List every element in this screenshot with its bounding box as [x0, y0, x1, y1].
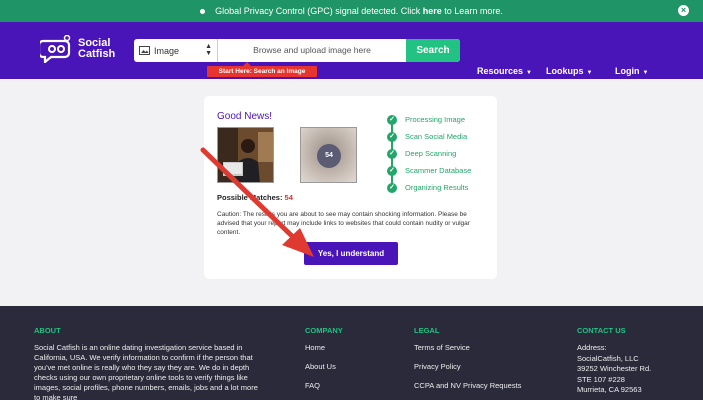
step-label: Deep Scanning [405, 149, 457, 158]
footer-company-heading: COMPANY [305, 326, 343, 335]
match-count-badge: 54 [317, 144, 341, 168]
check-icon: ✓ [387, 131, 397, 142]
upload-image-input[interactable]: Browse and upload image here [218, 39, 406, 62]
search-bar: Image ▲ ▼ Browse and upload image here Se… [134, 39, 460, 62]
contact-line: SocialCatfish, LLC [577, 353, 639, 363]
contact-line: Address: [577, 343, 607, 352]
step-label: Scan Social Media [405, 132, 468, 141]
step-label: Organizing Results [405, 183, 469, 192]
possible-matches: Possible Matches: 54 [217, 193, 293, 202]
person-photo-icon [218, 128, 273, 182]
site-footer: ABOUT Social Catfish is an online dating… [0, 306, 703, 400]
caret-down-icon: ▼ [642, 70, 649, 76]
nav-login-label: Login [615, 66, 640, 76]
gpc-banner: Global Privacy Control (GPC) signal dete… [0, 0, 703, 22]
gpc-text: Global Privacy Control (GPC) signal dete… [215, 6, 421, 16]
check-icon: ✓ [387, 182, 397, 193]
step-item: ✓ Organizing Results [387, 179, 471, 196]
site-header: Social Catfish Image ▲ ▼ Browse and uploa… [0, 22, 703, 79]
footer-link-about-us[interactable]: About Us [305, 362, 343, 381]
results-card: Good News! 54 ✓ Processing Image ✓ Scan So… [204, 96, 497, 279]
possible-matches-label: Possible Matches: [217, 193, 283, 202]
step-item: ✓ Processing Image [387, 111, 471, 128]
footer-company: COMPANY Home About Us FAQ [305, 326, 343, 400]
search-type-select[interactable]: Image ▲ ▼ [134, 39, 218, 62]
progress-steps: ✓ Processing Image ✓ Scan Social Media ✓ De… [387, 111, 471, 196]
uploaded-photo [217, 127, 274, 183]
nav-lookups[interactable]: Lookups ▼ [546, 44, 592, 101]
footer-legal-heading: LEGAL [414, 326, 440, 335]
caution-text: Caution: The results you are about to se… [217, 211, 470, 236]
check-icon: ✓ [387, 148, 397, 159]
yes-i-understand-button[interactable]: Yes, I understand [304, 242, 398, 265]
bullet-icon [200, 8, 206, 14]
nav-lookups-label: Lookups [546, 66, 584, 76]
nav-resources[interactable]: Resources ▼ [477, 44, 532, 101]
footer-link-terms[interactable]: Terms of Service [414, 343, 521, 362]
search-button[interactable]: Search [406, 39, 460, 62]
step-label: Scammer Database [405, 166, 472, 175]
gpc-learn-more-link[interactable]: here [423, 6, 442, 16]
catfish-logo-icon [40, 35, 71, 63]
footer-link-privacy[interactable]: Privacy Policy [414, 362, 521, 381]
select-arrows-icon: ▲ ▼ [205, 43, 212, 57]
contact-line: Murrieta, CA 92563 [577, 385, 642, 394]
footer-legal: LEGAL Terms of Service Privacy Policy CC… [414, 326, 521, 400]
step-item: ✓ Scammer Database [387, 162, 471, 179]
good-news-title: Good News! [217, 111, 273, 122]
nav-resources-label: Resources [477, 66, 524, 76]
possible-matches-value: 54 [284, 193, 293, 202]
nav-login[interactable]: Login ▼ [615, 44, 648, 101]
contact-line: 39252 Winchester Rd. [577, 364, 652, 373]
check-icon: ✓ [387, 165, 397, 176]
close-icon[interactable]: × [678, 5, 689, 16]
footer-about-heading: ABOUT [34, 326, 61, 335]
step-label: Processing Image [405, 115, 466, 124]
caret-down-icon: ▼ [586, 70, 593, 76]
start-here-tooltip: Start Here: Search an Image [207, 62, 317, 77]
footer-link-faq[interactable]: FAQ [305, 381, 343, 400]
footer-contact: CONTACT US Address: SocialCatfish, LLC 3… [577, 326, 651, 396]
caret-down-icon: ▼ [526, 70, 532, 76]
footer-link-home[interactable]: Home [305, 343, 343, 362]
step-item: ✓ Deep Scanning [387, 145, 471, 162]
contact-line: STE 107 #228 [577, 374, 625, 384]
footer-about-text: Social Catfish is an online dating inves… [34, 343, 258, 400]
gpc-text-after: to Learn more. [444, 6, 503, 16]
search-type-value: Image [154, 45, 180, 56]
logo[interactable]: Social Catfish [40, 35, 115, 63]
logo-line-2: Catfish [78, 48, 116, 60]
footer-link-ccpa[interactable]: CCPA and NV Privacy Requests [414, 381, 521, 400]
footer-contact-heading: CONTACT US [577, 326, 626, 335]
footer-about: ABOUT Social Catfish is an online dating… [34, 326, 264, 400]
check-icon: ✓ [387, 114, 397, 125]
image-icon [139, 46, 150, 55]
blurred-match-preview: 54 [300, 127, 357, 183]
step-item: ✓ Scan Social Media [387, 128, 471, 145]
